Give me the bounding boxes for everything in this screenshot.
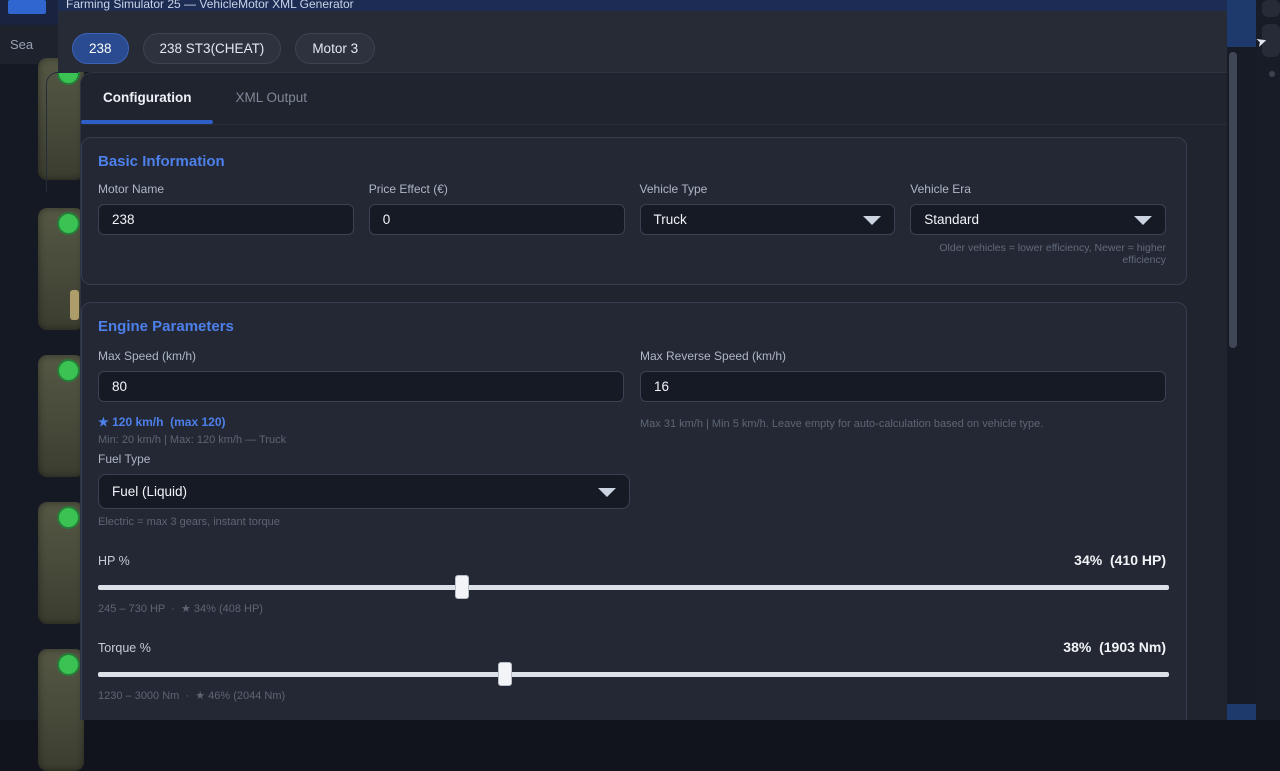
background-right-sliver (1256, 0, 1280, 720)
motor-chip-row: 238 238 ST3(CHEAT) Motor 3 (58, 11, 1227, 72)
hp-slider-note: 245 – 730 HP · ★ 34% (408 HP) (98, 602, 1166, 615)
max-speed-input[interactable]: 80 (98, 371, 624, 402)
vehicle-type-field-group: Vehicle Type Truck (640, 182, 896, 266)
section-title: Basic Information (98, 153, 1166, 170)
price-effect-field-group: Price Effect (€) 0 (369, 182, 625, 266)
modal-content-panel: Configuration XML Output Basic Informati… (80, 72, 1227, 720)
section-title: Engine Parameters (98, 318, 1166, 335)
tab-bar: Configuration XML Output (81, 73, 1227, 125)
dropdown-caret-icon (1134, 216, 1152, 225)
vehicle-era-field-group: Vehicle Era Standard Older vehicles = lo… (910, 182, 1166, 266)
vehicle-era-select[interactable]: Standard (910, 204, 1166, 235)
tab-configuration[interactable]: Configuration (81, 73, 213, 124)
background-card-edge (1262, 0, 1280, 17)
tab-xml-output[interactable]: XML Output (213, 73, 329, 124)
dropdown-caret-icon (598, 488, 616, 497)
torque-slider-thumb[interactable] (498, 662, 512, 686)
max-reverse-speed-label: Max Reverse Speed (km/h) (640, 349, 1166, 363)
torque-slider-note: 1230 – 3000 Nm · ★ 46% (2044 Nm) (98, 689, 1166, 702)
torque-slider[interactable] (98, 672, 1169, 677)
price-effect-label: Price Effect (€) (369, 182, 625, 196)
max-reverse-speed-field-group: Max Reverse Speed (km/h) 16 Max 31 km/h … (640, 349, 1166, 446)
hp-slider-thumb[interactable] (455, 575, 469, 599)
max-reverse-speed-note: Max 31 km/h | Min 5 km/h. Leave empty fo… (640, 418, 1166, 430)
motor-name-input[interactable]: 238 (98, 204, 354, 235)
max-speed-label: Max Speed (km/h) (98, 349, 624, 363)
torque-slider-value: 38% (1903 Nm) (1063, 639, 1166, 655)
motor-name-label: Motor Name (98, 182, 354, 196)
vehicle-thumbnail (38, 208, 84, 330)
vehicle-thumbnail (38, 649, 84, 771)
vehicle-status-icon (57, 506, 80, 529)
window-title-bar: Farming Simulator 25 — VehicleMotor XML … (58, 0, 1227, 11)
vehicle-thumbnail (38, 502, 84, 624)
background-dot (1269, 71, 1275, 77)
fuel-type-note: Electric = max 3 gears, instant torque (98, 516, 1166, 528)
max-speed-range-note: Min: 20 km/h | Max: 120 km/h — Truck (98, 434, 624, 446)
hp-slider[interactable] (98, 585, 1169, 590)
vehicle-era-label: Vehicle Era (910, 182, 1166, 196)
vehicle-era-helper: Older vehicles = lower efficiency, Newer… (910, 242, 1166, 266)
max-speed-suggestion: ★ 120 km/h (max 120) (98, 415, 624, 429)
vehicle-type-value: Truck (654, 212, 687, 227)
dropdown-caret-icon (863, 216, 881, 225)
vehicle-era-value: Standard (924, 212, 979, 227)
vehicle-status-icon (57, 359, 80, 382)
motor-chip-238-st3[interactable]: 238 ST3(CHEAT) (143, 33, 282, 64)
hp-slider-block: HP % 34% (410 HP) 245 – 730 HP · ★ 34% (… (98, 552, 1166, 615)
background-blue-button (8, 0, 46, 14)
modal-scrollbar-thumb[interactable] (1229, 52, 1237, 348)
window-title: Farming Simulator 25 — VehicleMotor XML … (66, 0, 354, 11)
modal-edge-top (1227, 0, 1256, 47)
basic-information-section: Basic Information Motor Name 238 Price E… (81, 137, 1187, 285)
price-effect-input[interactable]: 0 (369, 204, 625, 235)
torque-slider-block: Torque % 38% (1903 Nm) 1230 – 3000 Nm · … (98, 639, 1166, 702)
vehicle-image-detail (70, 290, 79, 320)
fuel-type-value: Fuel (Liquid) (112, 484, 187, 499)
max-reverse-speed-input[interactable]: 16 (640, 371, 1166, 402)
vehicle-type-select[interactable]: Truck (640, 204, 896, 235)
motor-chip-238[interactable]: 238 (72, 33, 129, 64)
background-panel-corner (46, 72, 78, 192)
motor-name-field-group: Motor Name 238 (98, 182, 354, 266)
max-speed-field-group: Max Speed (km/h) 80 ★ 120 km/h (max 120)… (98, 349, 624, 446)
hp-slider-value: 34% (410 HP) (1074, 552, 1166, 568)
vehicle-type-label: Vehicle Type (640, 182, 896, 196)
fuel-type-label: Fuel Type (98, 452, 1166, 466)
hp-slider-label: HP % (98, 554, 130, 568)
vehicle-thumbnail (38, 355, 84, 477)
engine-parameters-section: Engine Parameters Max Speed (km/h) 80 ★ … (81, 302, 1187, 720)
fuel-type-select[interactable]: Fuel (Liquid) (98, 474, 630, 509)
torque-slider-label: Torque % (98, 641, 151, 655)
modal-edge-bottom (1227, 704, 1256, 720)
motor-chip-motor-3[interactable]: Motor 3 (295, 33, 375, 64)
vehicle-status-icon (57, 653, 80, 676)
vehicle-status-icon (57, 212, 80, 235)
